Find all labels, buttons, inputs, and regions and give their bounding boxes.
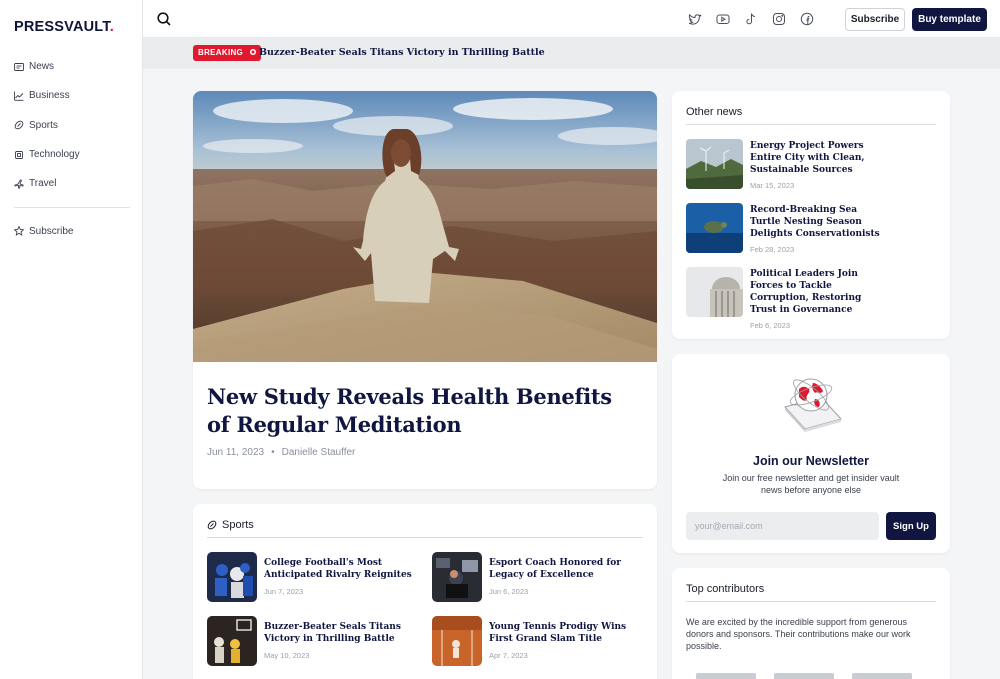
globe-tablet-icon [784, 378, 842, 432]
trend-chart-icon [14, 91, 24, 101]
breaking-headline[interactable]: Buzzer-Beater Seals Titans Victory in Th… [259, 47, 545, 58]
hero-image [193, 91, 657, 362]
football-icon [207, 520, 217, 530]
article-thumbnail [207, 616, 257, 666]
article-date: Feb 6, 2023 [750, 321, 791, 330]
article-thumbnail [686, 267, 743, 317]
football-icon [14, 120, 24, 130]
article-date: Apr 7, 2023 [489, 651, 528, 660]
youtube-icon[interactable] [716, 12, 730, 26]
article-title: Buzzer-Beater Seals Titans Victory in Th… [264, 622, 401, 644]
instagram-icon[interactable] [772, 12, 786, 26]
article-title: Young Tennis Prodigy Wins First Grand Sl… [489, 622, 627, 644]
list-item[interactable]: Political Leaders Join Forces to Tackle … [686, 267, 890, 330]
article-thumbnail [207, 552, 257, 602]
section-heading: Sports [207, 519, 643, 538]
newsletter-title: Join our Newsletter [753, 454, 869, 468]
sidebar-divider [14, 207, 130, 209]
sports-section: Sports College Football's Most Anticipat… [193, 504, 657, 679]
sponsor-logo [696, 673, 756, 679]
section-title: Sports [222, 519, 254, 531]
facebook-icon[interactable] [800, 12, 814, 26]
article-title: Energy Project Powers Entire City with C… [750, 141, 865, 175]
subscribe-button[interactable]: Subscribe [845, 8, 905, 31]
hero-title[interactable]: New Study Reveals Health Benefits of Reg… [207, 383, 627, 439]
list-item[interactable]: Young Tennis Prodigy Wins First Grand Sl… [432, 616, 649, 666]
sidebar-item-label: Business [29, 90, 70, 102]
logo[interactable]: PRESSVAULT. [14, 19, 114, 35]
sidebar-item-label: Travel [29, 178, 57, 190]
article-thumbnail [686, 203, 743, 253]
sidebar: PRESSVAULT. News Business Sports Technol… [0, 0, 143, 679]
list-item[interactable]: Record-Breaking Sea Turtle Nesting Seaso… [686, 203, 890, 254]
sidebar-item-label: Subscribe [29, 225, 74, 237]
article-title: Esport Coach Honored for Legacy of Excel… [489, 558, 621, 580]
top-contributors-section: Top contributors We are excited by the i… [672, 568, 950, 679]
sidebar-item-sports[interactable]: Sports [14, 111, 130, 140]
hero-article[interactable]: New Study Reveals Health Benefits of Reg… [193, 91, 657, 489]
hero-meta: Jun 11, 2023 • Danielle Stauffer [207, 447, 355, 458]
hero-author[interactable]: Danielle Stauffer [282, 447, 356, 458]
social-links [688, 12, 814, 26]
article-thumbnail [432, 616, 482, 666]
article-title: College Football's Most Anticipated Riva… [264, 558, 412, 580]
list-item[interactable]: Energy Project Powers Entire City with C… [686, 139, 890, 190]
sidebar-item-label: News [29, 61, 55, 73]
hero-date: Jun 11, 2023 [207, 447, 265, 458]
contributors-description: We are excited by the incredible support… [686, 617, 911, 651]
section-title: Top contributors [686, 583, 936, 602]
newspaper-icon [14, 62, 24, 71]
sidebar-item-business[interactable]: Business [14, 81, 130, 110]
article-title: Record-Breaking Sea Turtle Nesting Seaso… [750, 205, 880, 239]
sponsor-logo [852, 673, 912, 679]
meta-separator: • [271, 447, 275, 458]
sidebar-item-subscribe[interactable]: Subscribe [14, 216, 130, 245]
list-item[interactable]: Esport Coach Honored for Legacy of Excel… [432, 552, 649, 602]
breaking-badge: BREAKING [193, 45, 262, 61]
search-icon[interactable] [156, 11, 172, 27]
sponsor-logos [696, 673, 912, 679]
newsletter-description: Join our free newsletter and get insider… [722, 473, 900, 495]
newsletter-section: Join our Newsletter Join our free newsle… [672, 354, 950, 553]
star-icon [14, 226, 24, 237]
article-title: Political Leaders Join Forces to Tackle … [750, 269, 862, 315]
sidebar-nav: News Business Sports Technology Travel S… [14, 52, 130, 246]
email-field[interactable] [686, 512, 879, 540]
other-news-section: Other news Energy Project Powers Entire … [672, 91, 950, 339]
breaking-news-bar: BREAKING Buzzer-Beater Seals Titans Vict… [143, 38, 1000, 69]
sidebar-item-travel[interactable]: Travel [14, 169, 130, 198]
tiktok-icon[interactable] [744, 12, 758, 26]
sidebar-item-technology[interactable]: Technology [14, 140, 130, 169]
sidebar-item-label: Technology [29, 149, 80, 161]
article-date: Jun 6, 2023 [489, 587, 529, 596]
chip-icon [15, 150, 23, 159]
article-date: Feb 28, 2023 [750, 245, 795, 254]
article-date: Jun 7, 2023 [264, 587, 304, 596]
list-item[interactable]: Buzzer-Beater Seals Titans Victory in Th… [207, 616, 424, 666]
list-item[interactable]: College Football's Most Anticipated Riva… [207, 552, 424, 602]
section-title: Other news [686, 106, 936, 125]
article-thumbnail [432, 552, 482, 602]
article-date: May 10, 2023 [264, 651, 310, 660]
plane-icon [14, 179, 24, 189]
sidebar-item-news[interactable]: News [14, 52, 130, 81]
twitter-icon[interactable] [688, 12, 702, 26]
sign-up-button[interactable]: Sign Up [886, 512, 936, 540]
topbar: Subscribe Buy template [143, 0, 1000, 38]
buy-template-button[interactable]: Buy template [912, 8, 987, 31]
sponsor-logo [774, 673, 834, 679]
sidebar-item-label: Sports [29, 119, 58, 131]
article-date: Mar 15, 2023 [750, 181, 795, 190]
article-thumbnail [686, 139, 743, 189]
